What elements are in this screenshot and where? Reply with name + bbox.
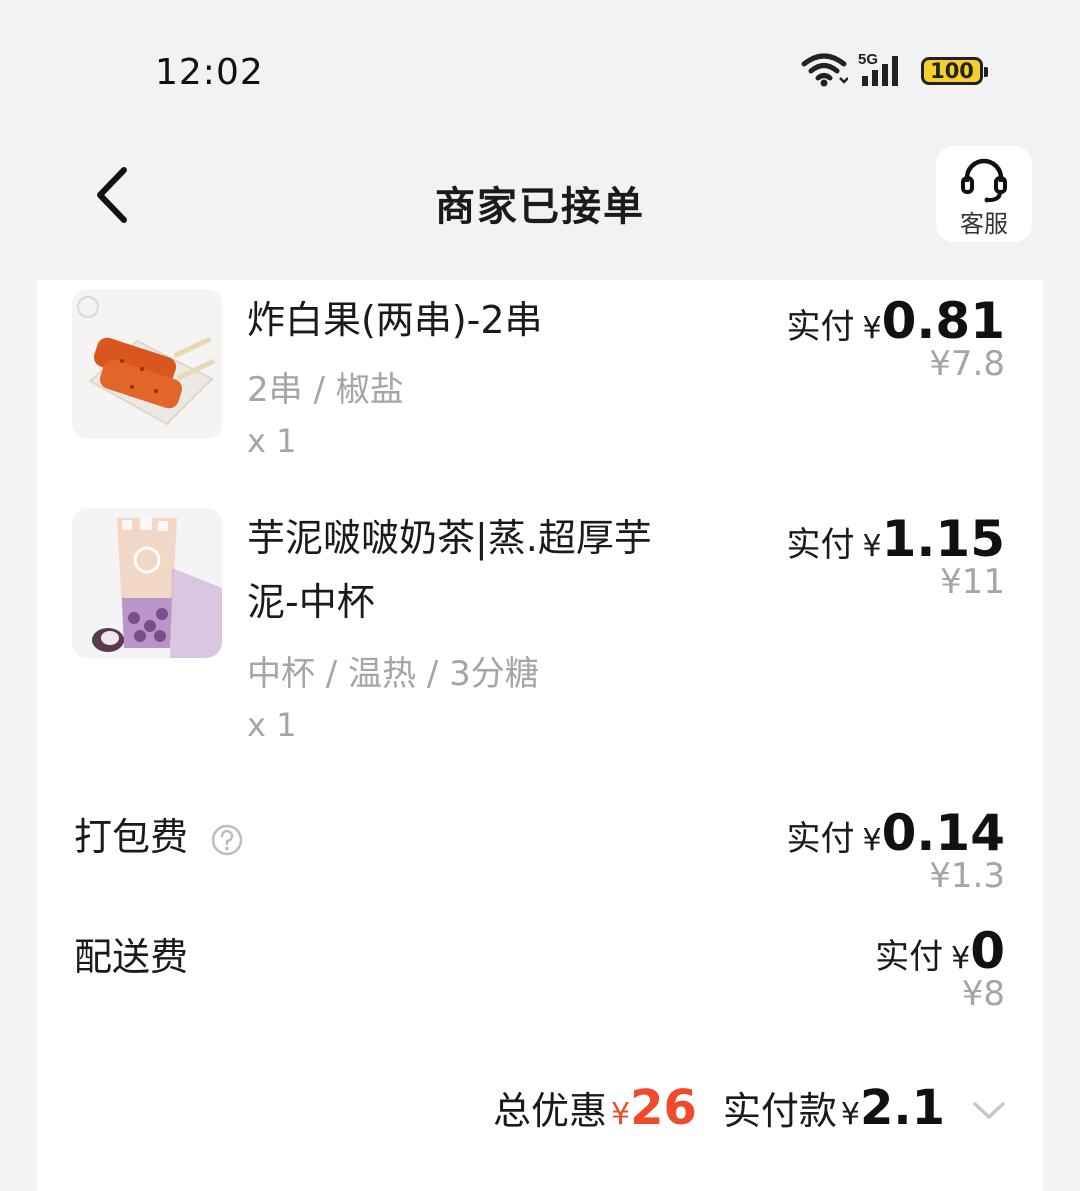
order-item[interactable]: 炸白果(两串)-2串 2串 / 椒盐 x 1 实付 ¥0.81 ¥7.8 [37,280,1043,490]
status-time: 12:02 [155,52,264,93]
nav-bar: 商家已接单 客服 [0,140,1080,260]
packing-fee-label: 打包费 [74,815,189,859]
total-paid-value: 2.1 [859,1080,945,1136]
paid-amount: 0.14 [881,804,1005,862]
customer-service-label: 客服 [960,210,1008,238]
chevron-down-icon[interactable] [971,1098,1007,1122]
paid-amount: 0 [970,922,1005,980]
original-price: ¥1.3 [929,856,1005,896]
network-type: 5G [858,51,878,68]
order-details-card: 炸白果(两串)-2串 2串 / 椒盐 x 1 实付 ¥0.81 ¥7.8 芋泥啵… [37,280,1043,1191]
paid-currency: ¥ [840,1097,860,1132]
paid-amount: 1.15 [881,510,1005,568]
packing-fee-price: 实付 ¥0.14 ¥1.3 [787,804,1005,896]
order-item[interactable]: 芋泥啵啵奶茶|蒸.超厚芋 泥-中杯 中杯 / 温热 / 3分糖 x 1 实付 ¥1… [37,502,1043,752]
headset-icon [961,158,1007,203]
currency-symbol: ¥ [951,941,971,976]
customer-service-button[interactable]: 客服 [936,146,1032,242]
total-discount-label: 总优惠 [492,1089,607,1133]
paid-label: 实付 [786,819,855,859]
paid-label: 实付 [786,307,855,347]
paid-amount: 0.81 [881,292,1005,350]
delivery-fee-price: 实付 ¥0 ¥8 [875,922,1005,1014]
page-title: 商家已接单 [435,184,645,230]
original-price: ¥7.8 [929,344,1005,384]
fee-label-row: 打包费 [74,806,244,861]
delivery-fee-row: 配送费 实付 ¥0 ¥8 [37,920,1043,1030]
item-price: 实付 ¥1.15 ¥11 [787,510,1005,602]
currency-symbol: ¥ [862,311,882,346]
battery-icon: 100 [921,57,988,85]
item-name: 炸白果(两串)-2串 [247,298,543,342]
paid-label: 实付 [786,525,855,565]
question-circle-icon[interactable] [210,823,244,857]
delivery-fee-label: 配送费 [74,935,189,979]
packing-fee-row: 打包费 实付 ¥0.14 ¥1.3 [37,800,1043,910]
signal-icon: 5G [858,50,910,94]
item-quantity: x 1 [247,706,297,744]
item-spec: 中杯 / 温热 / 3分糖 [247,654,539,694]
original-price: ¥8 [961,974,1005,1014]
currency-symbol: ¥ [862,529,882,564]
original-price: ¥11 [940,562,1005,602]
total-paid-label: 实付款 [722,1089,837,1133]
product-image-fried-ginkgo [72,289,222,439]
item-name-line-2: 泥-中杯 [247,580,375,624]
product-image-taro-milk-tea [72,508,222,658]
item-spec: 2串 / 椒盐 [247,370,404,410]
item-price: 实付 ¥0.81 ¥7.8 [787,292,1005,384]
paid-label: 实付 [875,937,944,977]
total-discount-value: 26 [630,1080,697,1136]
item-quantity: x 1 [247,422,297,460]
item-name-line-1: 芋泥啵啵奶茶|蒸.超厚芋 [247,516,652,560]
wifi-icon [801,53,848,87]
discount-currency: ¥ [610,1097,631,1132]
battery-level: 100 [930,59,974,83]
status-bar: 12:02 5G 100 [0,0,1080,140]
order-summary: 总优惠 ¥ 26 实付款 ¥ 2.1 [493,1080,1007,1140]
currency-symbol: ¥ [862,823,882,858]
item-name: 芋泥啵啵奶茶|蒸.超厚芋 泥-中杯 [247,506,727,634]
